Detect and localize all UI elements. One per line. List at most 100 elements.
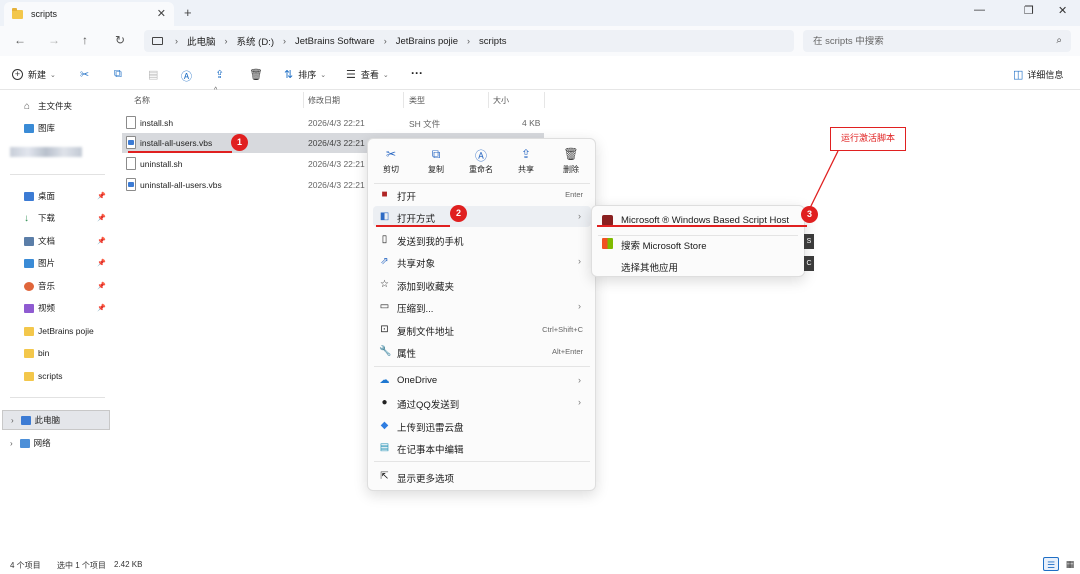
chevron-right-icon[interactable]: › — [10, 439, 13, 448]
menu-item-share-with[interactable]: ⇗ 共享对象 › — [373, 251, 591, 272]
sidebar-item-network[interactable]: › 网络 — [0, 433, 112, 453]
share-action[interactable]: ⇪ 共享 — [504, 145, 548, 181]
menu-item-send-via-qq[interactable]: ● 通过QQ发送到 › — [373, 392, 591, 413]
delete-action[interactable]: 🗑 删除 — [549, 145, 593, 181]
breadcrumb-drive[interactable]: 系统 (D:) — [237, 34, 274, 48]
annotation-badge-2: 2 — [450, 205, 467, 222]
forward-button[interactable]: → — [48, 33, 60, 47]
vbs-file-icon — [126, 136, 136, 149]
column-divider[interactable] — [544, 92, 545, 108]
sidebar-item-jetbrains-pojie[interactable]: JetBrains pojie — [0, 321, 112, 341]
sidebar-item-documents[interactable]: 文档 📌 — [0, 231, 112, 251]
refresh-button[interactable]: ↻ — [115, 33, 125, 47]
menu-item-compress[interactable]: ▭ 压缩到... › — [373, 296, 591, 317]
menu-item-properties[interactable]: 🔧 属性 Alt+Enter — [373, 341, 591, 362]
pin-icon[interactable]: 📌 — [97, 259, 106, 267]
chevron-right-icon: › — [383, 36, 387, 46]
menu-item-edit-notepad[interactable]: ▤ 在记事本中编辑 — [373, 437, 591, 458]
store-icon — [602, 238, 613, 249]
annotation-underline — [128, 151, 232, 153]
copy-button[interactable]: ⧉ — [114, 68, 122, 81]
search-input[interactable] — [813, 35, 1043, 47]
menu-item-onedrive[interactable]: ☁ OneDrive › — [373, 370, 591, 391]
shortcut-text: Enter — [565, 190, 583, 199]
delete-action-label: 删除 — [563, 165, 579, 174]
sidebar-item-label: scripts — [38, 371, 63, 381]
table-row[interactable]: install.sh 2026/4/3 22:21 SH 文件 4 KB — [122, 113, 544, 133]
rename-button[interactable]: Ⓐ — [181, 68, 192, 84]
close-window-button[interactable]: ✕ — [1058, 4, 1067, 17]
address-bar[interactable]: › 此电脑 › 系统 (D:) › JetBrains Software › J… — [144, 30, 794, 52]
sidebar-item-gallery[interactable]: 图库 — [0, 118, 112, 138]
pin-icon[interactable]: 📌 — [97, 214, 106, 222]
column-header-date[interactable]: 修改日期 — [308, 95, 340, 106]
tab-close-icon[interactable]: ✕ — [157, 7, 166, 20]
paste-button[interactable]: ▤ — [148, 68, 158, 81]
back-button[interactable]: ← — [14, 33, 26, 47]
column-divider[interactable] — [403, 92, 404, 108]
sidebar-item-downloads[interactable]: ↓ 下载 📌 — [0, 208, 112, 228]
menu-item-send-to-phone[interactable]: ▯ 发送到我的手机 — [373, 229, 591, 250]
videos-icon — [24, 303, 34, 313]
copy-action[interactable]: ⧉ 复制 — [414, 145, 458, 181]
minimize-button[interactable]: — — [974, 4, 985, 16]
view-button[interactable]: ☰ 查看 ⌄ — [346, 68, 389, 81]
search-box[interactable]: ⌕ — [803, 30, 1071, 52]
menu-item-open[interactable]: ■ 打开 Enter — [373, 184, 591, 205]
sidebar-item-music[interactable]: 音乐 📌 — [0, 276, 112, 296]
column-header-type[interactable]: 类型 — [409, 95, 425, 106]
sidebar-item-desktop[interactable]: 桌面 📌 — [0, 186, 112, 206]
rename-icon: Ⓐ — [181, 71, 192, 83]
submenu-item-label: 搜索 Microsoft Store — [621, 241, 707, 252]
up-button[interactable]: ↑ — [82, 33, 88, 47]
menu-item-open-with[interactable]: ◧ 打开方式 › — [373, 206, 591, 227]
sidebar-item-bin[interactable]: bin — [0, 343, 112, 363]
details-button[interactable]: ◫ 详细信息 — [1013, 68, 1063, 81]
maximize-button[interactable]: ❐ — [1024, 4, 1034, 17]
sidebar-item-home[interactable]: ⌂ 主文件夹 — [0, 96, 112, 116]
breadcrumb-this-pc[interactable]: 此电脑 — [187, 34, 216, 48]
search-icon[interactable]: ⌕ — [1056, 35, 1062, 46]
menu-item-xunlei-upload[interactable]: ◆ 上传到迅雷云盘 — [373, 415, 591, 436]
pin-icon[interactable]: 📌 — [97, 237, 106, 245]
new-button[interactable]: + 新建 ⌄ — [12, 68, 56, 81]
chevron-down-icon: ⌄ — [50, 71, 56, 79]
sidebar-item-this-pc[interactable]: › 此电脑 — [2, 410, 110, 430]
chevron-right-icon[interactable]: › — [11, 416, 14, 425]
breadcrumb-jetbrains-software[interactable]: JetBrains Software — [295, 36, 375, 47]
submenu-item-store[interactable]: 搜索 Microsoft Store — [592, 232, 804, 254]
column-header-name[interactable]: 名称 — [134, 95, 150, 106]
sidebar-item-videos[interactable]: 视频 📌 — [0, 298, 112, 318]
sidebar-item-pictures[interactable]: 图片 📌 — [0, 253, 112, 273]
column-divider[interactable] — [303, 92, 304, 108]
delete-button[interactable]: 🗑 — [249, 68, 263, 81]
new-tab-button[interactable]: + — [184, 5, 192, 20]
cut-button[interactable]: ✂ — [80, 68, 89, 81]
submenu-item-choose-app[interactable]: 选择其他应用 — [592, 254, 804, 276]
menu-item-label: 打开 — [397, 192, 417, 203]
share-button[interactable]: ⇪ — [215, 68, 224, 81]
menu-item-copy-path[interactable]: ⊡ 复制文件地址 Ctrl+Shift+C — [373, 319, 591, 340]
tab-scripts[interactable]: scripts ✕ — [4, 2, 174, 26]
address-row: ← → ↑ ↻ › 此电脑 › 系统 (D:) › JetBrains Soft… — [0, 26, 1080, 56]
details-view-button[interactable]: ☰ — [1043, 557, 1059, 571]
tiles-view-button[interactable]: ▦ — [1062, 557, 1078, 571]
rename-action[interactable]: Ⓐ 重命名 — [459, 145, 503, 181]
cloud-icon: ☁ — [379, 375, 390, 386]
sort-button[interactable]: ⇅ 排序 ⌄ — [284, 68, 326, 81]
more-options-button[interactable]: ··· — [411, 66, 423, 80]
breadcrumb-scripts[interactable]: scripts — [479, 36, 506, 47]
menu-item-more-options[interactable]: ⇱ 显示更多选项 — [373, 466, 591, 487]
pin-icon[interactable]: 📌 — [97, 304, 106, 312]
menu-item-add-favorites[interactable]: ☆ 添加到收藏夹 — [373, 274, 591, 295]
column-divider[interactable] — [488, 92, 489, 108]
annotation-underline — [376, 225, 450, 227]
column-header-size[interactable]: 大小 — [493, 95, 509, 106]
cut-action[interactable]: ✂ 剪切 — [369, 145, 413, 181]
sidebar-item-scripts[interactable]: scripts — [0, 366, 112, 386]
chevron-right-icon: › — [282, 36, 286, 46]
pin-icon[interactable]: 📌 — [97, 282, 106, 290]
breadcrumb-jetbrains-pojie[interactable]: JetBrains pojie — [396, 36, 458, 47]
submenu-item-script-host[interactable]: Microsoft ® Windows Based Script Host — [592, 209, 804, 231]
pin-icon[interactable]: 📌 — [97, 192, 106, 200]
